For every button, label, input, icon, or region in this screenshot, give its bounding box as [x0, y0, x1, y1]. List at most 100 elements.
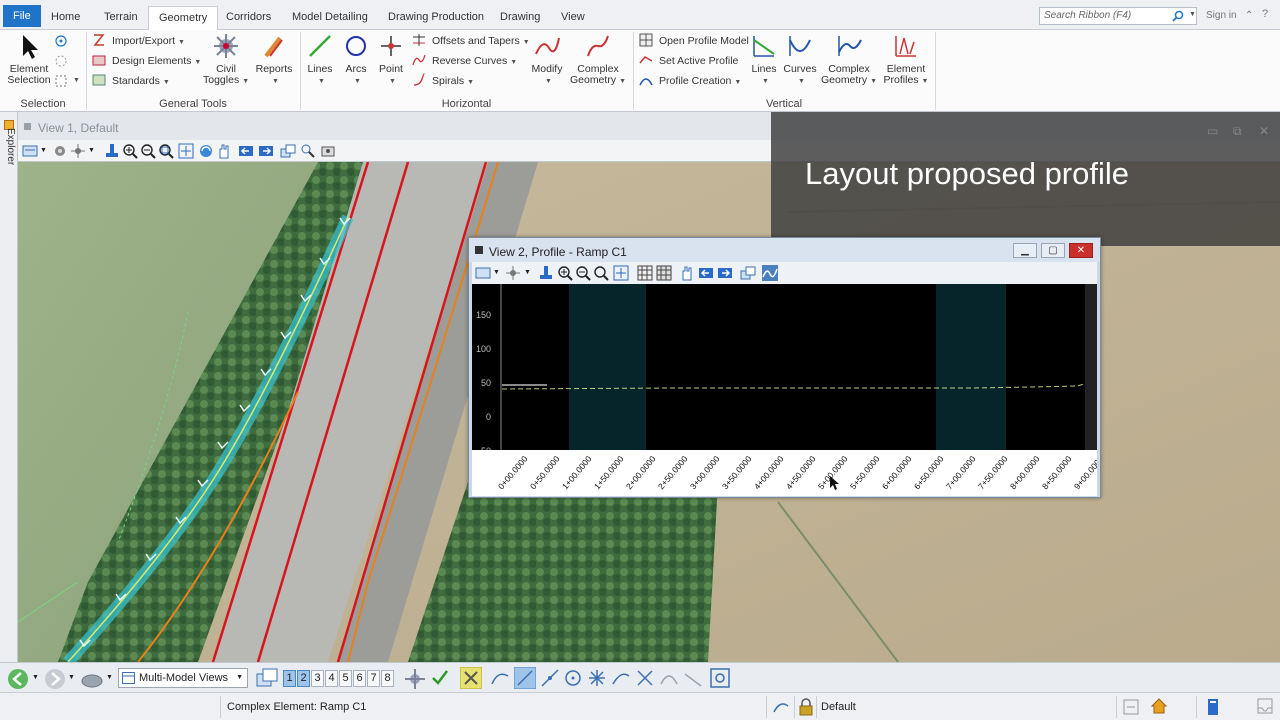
view1-minimize-icon[interactable]: ▭	[1207, 124, 1218, 138]
open-profile-model-button[interactable]: Open Profile Model	[639, 32, 749, 50]
element-profiles-button[interactable]: Element Profiles ▼	[880, 32, 932, 87]
zoom-in-icon[interactable]	[557, 265, 573, 281]
back-arrow-icon[interactable]	[7, 668, 29, 690]
snap-perpendicular-icon[interactable]	[683, 668, 703, 688]
reverse-curves-button[interactable]: Reverse Curves ▼	[412, 52, 517, 70]
snap-bisector-icon[interactable]	[611, 668, 631, 688]
close-button[interactable]: ✕	[1069, 243, 1093, 258]
view-3-toggle[interactable]: 3	[311, 670, 324, 687]
minimize-button[interactable]: ▁	[1013, 243, 1037, 258]
zoom-out-icon[interactable]	[575, 265, 591, 281]
spirals-button[interactable]: Spirals ▼	[412, 72, 474, 90]
window-area-icon[interactable]	[593, 265, 609, 281]
chevron-down-icon[interactable]: ▼	[524, 269, 531, 276]
view1-restore-icon[interactable]: ⧉	[1233, 124, 1242, 139]
accudraw-check-icon[interactable]	[430, 668, 450, 688]
display-style-icon[interactable]	[52, 143, 68, 159]
view-2-toggle[interactable]: 2	[297, 670, 310, 687]
view-groups-icon[interactable]	[256, 668, 278, 688]
select-by-target-icon[interactable]	[54, 34, 68, 48]
view-sys-icon[interactable]	[24, 123, 31, 130]
view-1-toggle[interactable]: 1	[283, 670, 296, 687]
pan-view-icon[interactable]	[679, 265, 695, 281]
view-4-toggle[interactable]: 4	[325, 670, 338, 687]
snap-settings-icon[interactable]	[709, 667, 731, 689]
view-next-icon[interactable]	[258, 143, 274, 159]
copy-view-icon[interactable]	[280, 143, 296, 159]
snap-midpoint-icon[interactable]	[540, 668, 560, 688]
zoom-out-icon[interactable]	[140, 143, 156, 159]
view-rotation-icon[interactable]	[300, 143, 316, 159]
view-7-toggle[interactable]: 7	[367, 670, 380, 687]
design-elements-button[interactable]: Design Elements ▼	[92, 52, 201, 70]
search-icon[interactable]	[1172, 10, 1184, 22]
forward-arrow-icon[interactable]	[44, 668, 66, 690]
vertical-lines-button[interactable]: Lines ▼	[748, 32, 780, 87]
tab-terrain[interactable]: Terrain	[94, 6, 148, 28]
snap-center-icon[interactable]	[563, 668, 583, 688]
update-view-icon[interactable]	[538, 265, 554, 281]
offsets-and-tapers-button[interactable]: Offsets and Tapers ▼	[412, 32, 530, 50]
civil-accudraw-icon[interactable]	[404, 668, 426, 690]
chevron-down-icon[interactable]: ▼	[88, 147, 95, 154]
model-icon[interactable]	[80, 669, 104, 689]
view-8-toggle[interactable]: 8	[381, 670, 394, 687]
pan-view-icon[interactable]	[216, 143, 232, 159]
sign-in-link[interactable]: Sign in	[1206, 10, 1237, 21]
snap-intersection-icon[interactable]	[635, 668, 655, 688]
rotate-view-icon[interactable]	[198, 143, 214, 159]
fit-view-icon[interactable]	[178, 143, 194, 159]
chevron-down-icon[interactable]: ▼	[106, 674, 113, 681]
vertical-curves-button[interactable]: Curves ▼	[783, 32, 817, 87]
view-previous-icon[interactable]	[698, 265, 714, 281]
select-circle-icon[interactable]	[54, 54, 68, 68]
vertical-complex-geometry-button[interactable]: Complex Geometry ▼	[820, 32, 878, 87]
view1-close-icon[interactable]: ✕	[1259, 124, 1269, 138]
design-history-icon[interactable]	[1122, 698, 1140, 716]
horizontal-complex-geometry-button[interactable]: Complex Geometry ▼	[569, 32, 627, 87]
maximize-button[interactable]: ▢	[1041, 243, 1065, 258]
snap-keypoint-icon[interactable]	[514, 667, 536, 689]
view-next-icon[interactable]	[717, 265, 733, 281]
search-dropdown-icon[interactable]: ▼	[1189, 11, 1196, 18]
update-view-icon[interactable]	[104, 143, 120, 159]
snap-mode-icon[interactable]	[772, 698, 790, 716]
fit-view-icon[interactable]	[613, 265, 629, 281]
tab-file[interactable]: File	[3, 5, 41, 27]
grid-lock-icon[interactable]	[656, 265, 672, 281]
tab-view[interactable]: View	[551, 6, 595, 28]
chevron-down-icon[interactable]: ▼	[68, 674, 75, 681]
copy-view-icon[interactable]	[740, 265, 756, 281]
point-button[interactable]: Point ▼	[376, 32, 406, 87]
tab-model-detailing[interactable]: Model Detailing	[282, 6, 378, 28]
import-export-button[interactable]: Import/Export ▼	[92, 32, 185, 50]
tab-drawing-production[interactable]: Drawing Production	[378, 6, 494, 28]
lighting-icon[interactable]	[505, 265, 521, 281]
lock-icon[interactable]	[798, 698, 814, 716]
view-2-profile-window[interactable]: View 2, Profile - Ramp C1 ▁ ▢ ✕ ▼ ▼ 150 …	[468, 237, 1101, 498]
help-icon[interactable]: ?	[1262, 8, 1268, 20]
snap-toggle-icon[interactable]	[460, 667, 482, 689]
chevron-down-icon[interactable]: ▼	[40, 147, 47, 154]
standards-button[interactable]: Standards ▼	[92, 72, 170, 90]
horizontal-lines-button[interactable]: Lines ▼	[304, 32, 336, 87]
snap-origin-icon[interactable]	[587, 668, 607, 688]
arcs-button[interactable]: Arcs ▼	[340, 32, 372, 87]
profile-scrollbar[interactable]	[1085, 284, 1097, 450]
profile-view-canvas[interactable]: 150 100 50 0 -50 0+00.00000+50.00001+00.…	[472, 284, 1097, 496]
view-5-toggle[interactable]: 5	[339, 670, 352, 687]
chevron-down-icon[interactable]: ▼	[32, 674, 39, 681]
grid-icon[interactable]	[637, 265, 653, 281]
view-previous-icon[interactable]	[238, 143, 254, 159]
selection-mode-caret-icon[interactable]: ▼	[73, 77, 80, 84]
tab-geometry[interactable]: Geometry	[148, 6, 219, 30]
element-selection-button[interactable]: Element Selection	[6, 32, 52, 86]
profile-view-icon[interactable]	[762, 265, 778, 281]
home-icon[interactable]	[1150, 697, 1168, 715]
set-active-profile-button[interactable]: Set Active Profile	[639, 52, 738, 70]
tab-home[interactable]: Home	[41, 6, 90, 28]
window-area-icon[interactable]	[158, 143, 174, 159]
model-properties-icon[interactable]	[1205, 697, 1221, 717]
multi-model-views-dropdown[interactable]: Multi-Model Views ▼	[118, 668, 248, 688]
lighting-icon[interactable]	[70, 143, 86, 159]
